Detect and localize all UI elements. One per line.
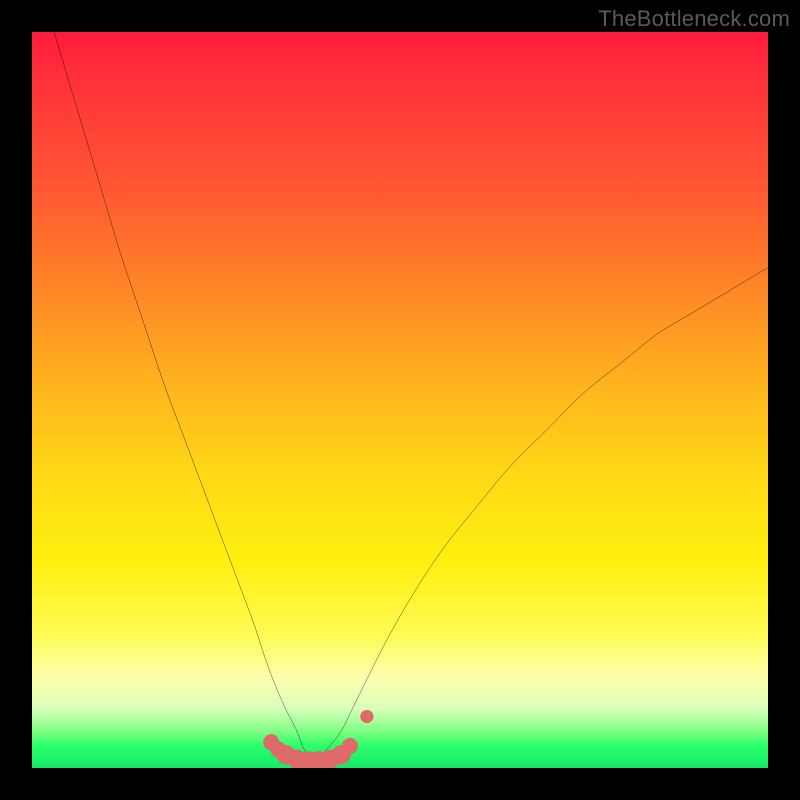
bottleneck-curve [54,32,768,761]
outer-frame: TheBottleneck.com [0,0,800,800]
plot-area [32,32,768,768]
trough-marker [360,710,373,723]
chart-svg [32,32,768,768]
trough-marker-group [263,710,373,768]
trough-marker [342,738,358,754]
attribution-text: TheBottleneck.com [598,6,790,32]
